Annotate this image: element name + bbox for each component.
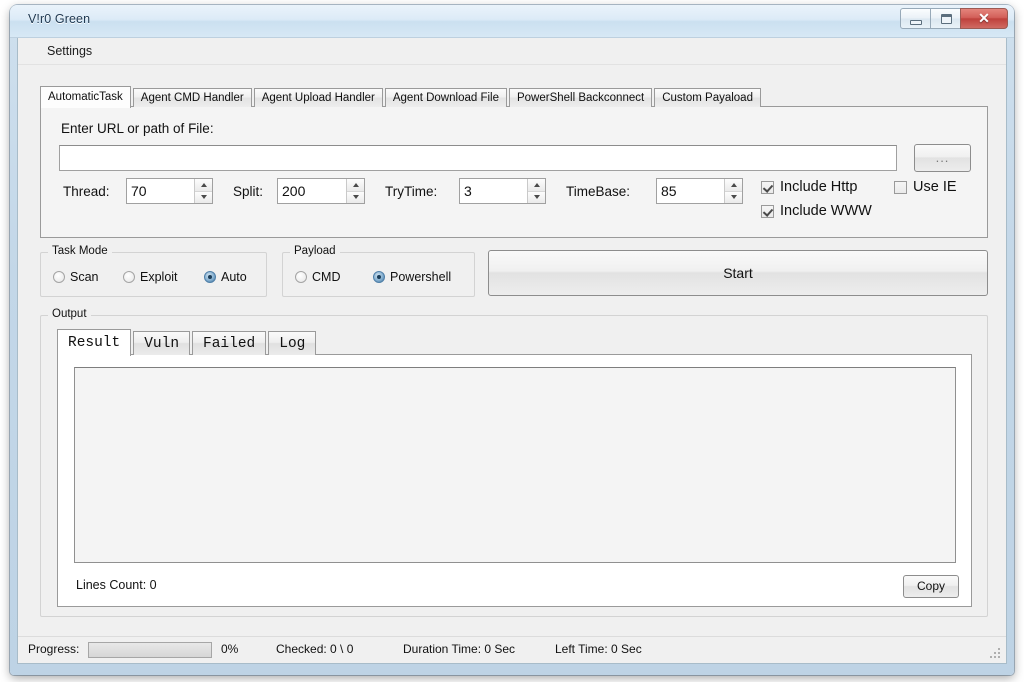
window-title: V!r0 Green: [28, 12, 90, 26]
close-button[interactable]: ✕: [960, 8, 1008, 29]
split-stepper-buttons: [346, 179, 364, 203]
status-bar: Progress: 0% Checked: 0 \ 0 Duration Tim…: [18, 636, 1006, 663]
tab-powershell-backconnect[interactable]: PowerShell Backconnect: [509, 88, 652, 107]
split-decrement-button[interactable]: [347, 191, 364, 204]
thread-label: Thread:: [63, 184, 110, 199]
menu-item-settings[interactable]: Settings: [42, 43, 97, 59]
payload-cmd-radio[interactable]: CMD: [295, 270, 340, 284]
output-tab-strip: Result Vuln Failed Log: [57, 329, 318, 355]
thread-stepper[interactable]: [126, 178, 213, 204]
resize-grip[interactable]: [988, 646, 1002, 660]
automatic-task-panel: Enter URL or path of File: ... Thread:: [40, 106, 988, 238]
window-controls: ✕: [901, 8, 1008, 30]
output-title: Output: [48, 308, 91, 320]
split-label: Split:: [233, 184, 263, 199]
task-mode-auto-radio[interactable]: Auto: [204, 270, 247, 284]
include-http-label: Include Http: [780, 179, 857, 195]
tab-agent-download-file[interactable]: Agent Download File: [385, 88, 507, 107]
exploit-label: Exploit: [140, 270, 178, 284]
tab-custom-payaload[interactable]: Custom Payaload: [654, 88, 761, 107]
url-input[interactable]: [59, 145, 897, 171]
trytime-decrement-button[interactable]: [528, 191, 545, 204]
menu-bar: Settings: [18, 38, 1006, 65]
progress-bar: [88, 642, 212, 658]
payload-title: Payload: [290, 245, 340, 257]
output-tab-vuln[interactable]: Vuln: [133, 331, 190, 355]
output-result-panel: Lines Count: 0 Copy: [57, 354, 972, 607]
scan-radio-icon: [53, 271, 65, 283]
thread-stepper-buttons: [194, 179, 212, 203]
payload-powershell-radio[interactable]: Powershell: [373, 270, 451, 284]
trytime-stepper-buttons: [527, 179, 545, 203]
trytime-stepper[interactable]: [459, 178, 546, 204]
task-mode-group: Task Mode Scan Exploit Auto: [40, 252, 267, 297]
url-field-label: Enter URL or path of File:: [61, 121, 214, 136]
use-ie-checkbox[interactable]: Use IE: [894, 179, 957, 195]
duration-time-label: Duration Time: 0 Sec: [403, 642, 515, 656]
trytime-label: TryTime:: [385, 184, 437, 199]
split-increment-button[interactable]: [347, 179, 364, 191]
include-www-check-icon: [761, 205, 774, 218]
timebase-stepper[interactable]: [656, 178, 743, 204]
task-mode-scan-radio[interactable]: Scan: [53, 270, 99, 284]
powershell-label: Powershell: [390, 270, 451, 284]
auto-radio-icon: [204, 271, 216, 283]
include-http-checkbox[interactable]: Include Http: [761, 179, 857, 195]
output-tab-result[interactable]: Result: [57, 329, 131, 356]
maximize-button[interactable]: [930, 8, 961, 29]
thread-decrement-button[interactable]: [195, 191, 212, 204]
trytime-input[interactable]: [460, 179, 527, 203]
powershell-radio-icon: [373, 271, 385, 283]
cmd-radio-icon: [295, 271, 307, 283]
main-tab-strip: AutomaticTask Agent CMD Handler Agent Up…: [40, 86, 763, 107]
tab-agent-cmd-handler[interactable]: Agent CMD Handler: [133, 88, 252, 107]
close-icon: ✕: [961, 9, 1007, 28]
main-tab-control: AutomaticTask Agent CMD Handler Agent Up…: [40, 86, 988, 238]
output-group: Output Result Vuln Failed Log Lines Coun…: [40, 315, 988, 617]
thread-increment-button[interactable]: [195, 179, 212, 191]
thread-input[interactable]: [127, 179, 194, 203]
left-time-label: Left Time: 0 Sec: [555, 642, 642, 656]
progress-percent-label: 0%: [221, 642, 238, 656]
include-www-checkbox[interactable]: Include WWW: [761, 203, 872, 219]
start-button[interactable]: Start: [488, 250, 988, 296]
tab-automatic-task[interactable]: AutomaticTask: [40, 86, 131, 108]
screen: V!r0 Green ✕ Settings: [0, 0, 1024, 682]
split-input[interactable]: [278, 179, 346, 203]
copy-button[interactable]: Copy: [903, 575, 959, 598]
checked-count-label: Checked: 0 \ 0: [276, 642, 353, 656]
minimize-button[interactable]: [900, 8, 931, 29]
tab-agent-upload-handler[interactable]: Agent Upload Handler: [254, 88, 383, 107]
use-ie-check-icon: [894, 181, 907, 194]
split-stepper[interactable]: [277, 178, 365, 204]
minimize-icon: [910, 20, 922, 25]
browse-button[interactable]: ...: [914, 144, 971, 172]
timebase-increment-button[interactable]: [725, 179, 742, 191]
timebase-stepper-buttons: [724, 179, 742, 203]
cmd-label: CMD: [312, 270, 340, 284]
trytime-increment-button[interactable]: [528, 179, 545, 191]
auto-label: Auto: [221, 270, 247, 284]
task-mode-title: Task Mode: [48, 245, 112, 257]
output-tab-failed[interactable]: Failed: [192, 331, 266, 355]
timebase-input[interactable]: [657, 179, 724, 203]
progress-label: Progress:: [28, 642, 79, 656]
output-tab-control: Result Vuln Failed Log Lines Count: 0 Co…: [57, 329, 972, 609]
lines-count-label: Lines Count: 0: [76, 578, 157, 592]
client-area: Settings AutomaticTask Agent CMD Handler…: [17, 38, 1007, 664]
title-bar[interactable]: V!r0 Green ✕: [10, 5, 1014, 38]
include-www-label: Include WWW: [780, 203, 872, 219]
task-mode-exploit-radio[interactable]: Exploit: [123, 270, 178, 284]
application-window: V!r0 Green ✕ Settings: [10, 5, 1014, 675]
maximize-icon: [941, 14, 952, 24]
exploit-radio-icon: [123, 271, 135, 283]
scan-label: Scan: [70, 270, 99, 284]
timebase-decrement-button[interactable]: [725, 191, 742, 204]
output-text-area[interactable]: [74, 367, 956, 563]
output-tab-log[interactable]: Log: [268, 331, 316, 355]
timebase-label: TimeBase:: [566, 184, 630, 199]
include-http-check-icon: [761, 181, 774, 194]
payload-group: Payload CMD Powershell: [282, 252, 475, 297]
use-ie-label: Use IE: [913, 179, 957, 195]
